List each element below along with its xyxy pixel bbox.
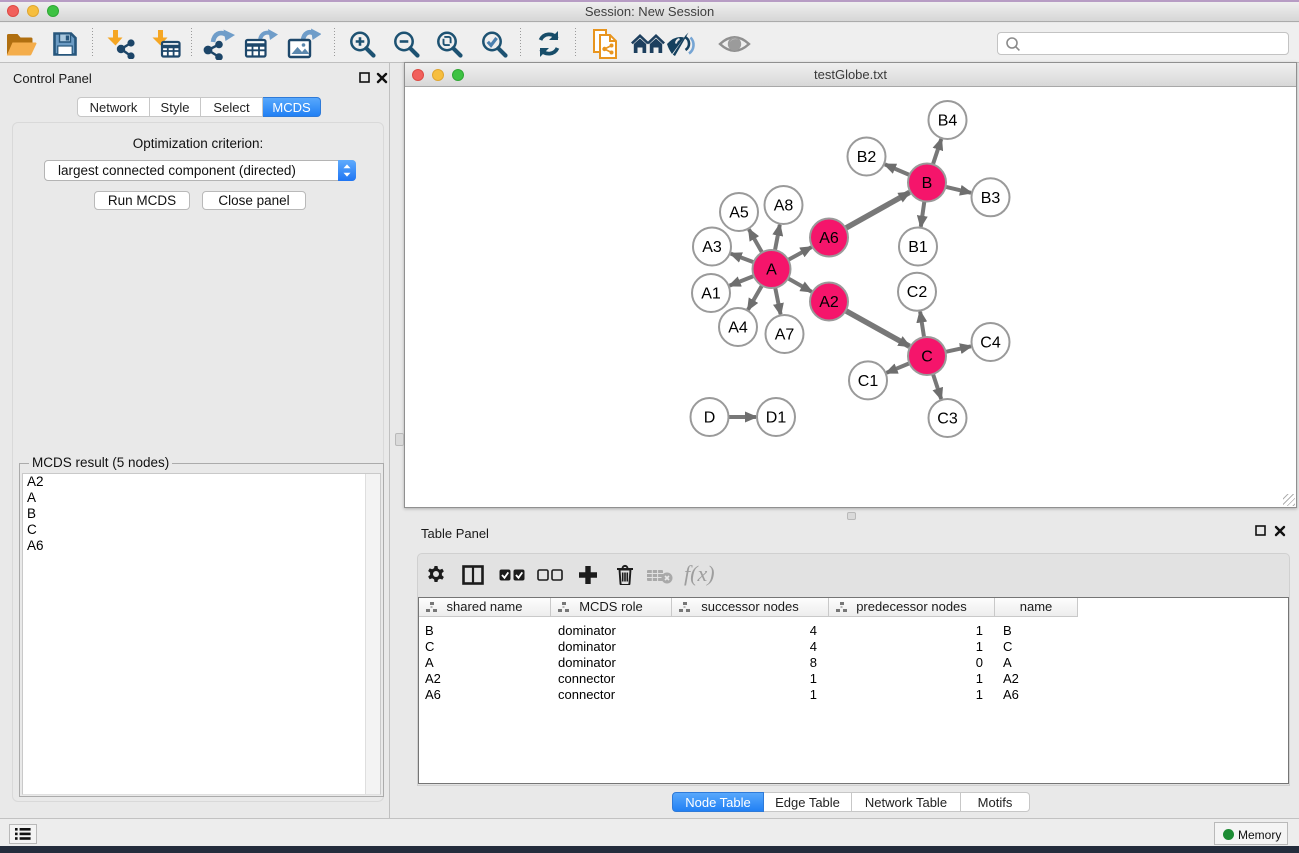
svg-text:D1: D1	[766, 410, 787, 427]
svg-text:C3: C3	[937, 411, 958, 428]
svg-text:A4: A4	[728, 320, 748, 337]
svg-text:B2: B2	[857, 149, 877, 166]
svg-text:C1: C1	[858, 373, 879, 390]
svg-text:C: C	[921, 349, 933, 366]
svg-text:C4: C4	[980, 335, 1001, 352]
svg-text:A8: A8	[774, 198, 794, 215]
svg-text:B: B	[922, 175, 933, 192]
svg-text:C2: C2	[907, 284, 928, 301]
svg-text:A7: A7	[775, 327, 795, 344]
svg-text:A: A	[766, 262, 777, 279]
svg-text:D: D	[704, 410, 716, 427]
svg-text:A2: A2	[819, 294, 839, 311]
svg-text:B1: B1	[908, 239, 928, 256]
svg-text:A1: A1	[701, 286, 721, 303]
svg-text:A3: A3	[702, 239, 722, 256]
svg-text:A6: A6	[819, 230, 839, 247]
svg-text:B3: B3	[981, 190, 1001, 207]
svg-text:B4: B4	[938, 113, 958, 130]
svg-text:A5: A5	[729, 205, 749, 222]
